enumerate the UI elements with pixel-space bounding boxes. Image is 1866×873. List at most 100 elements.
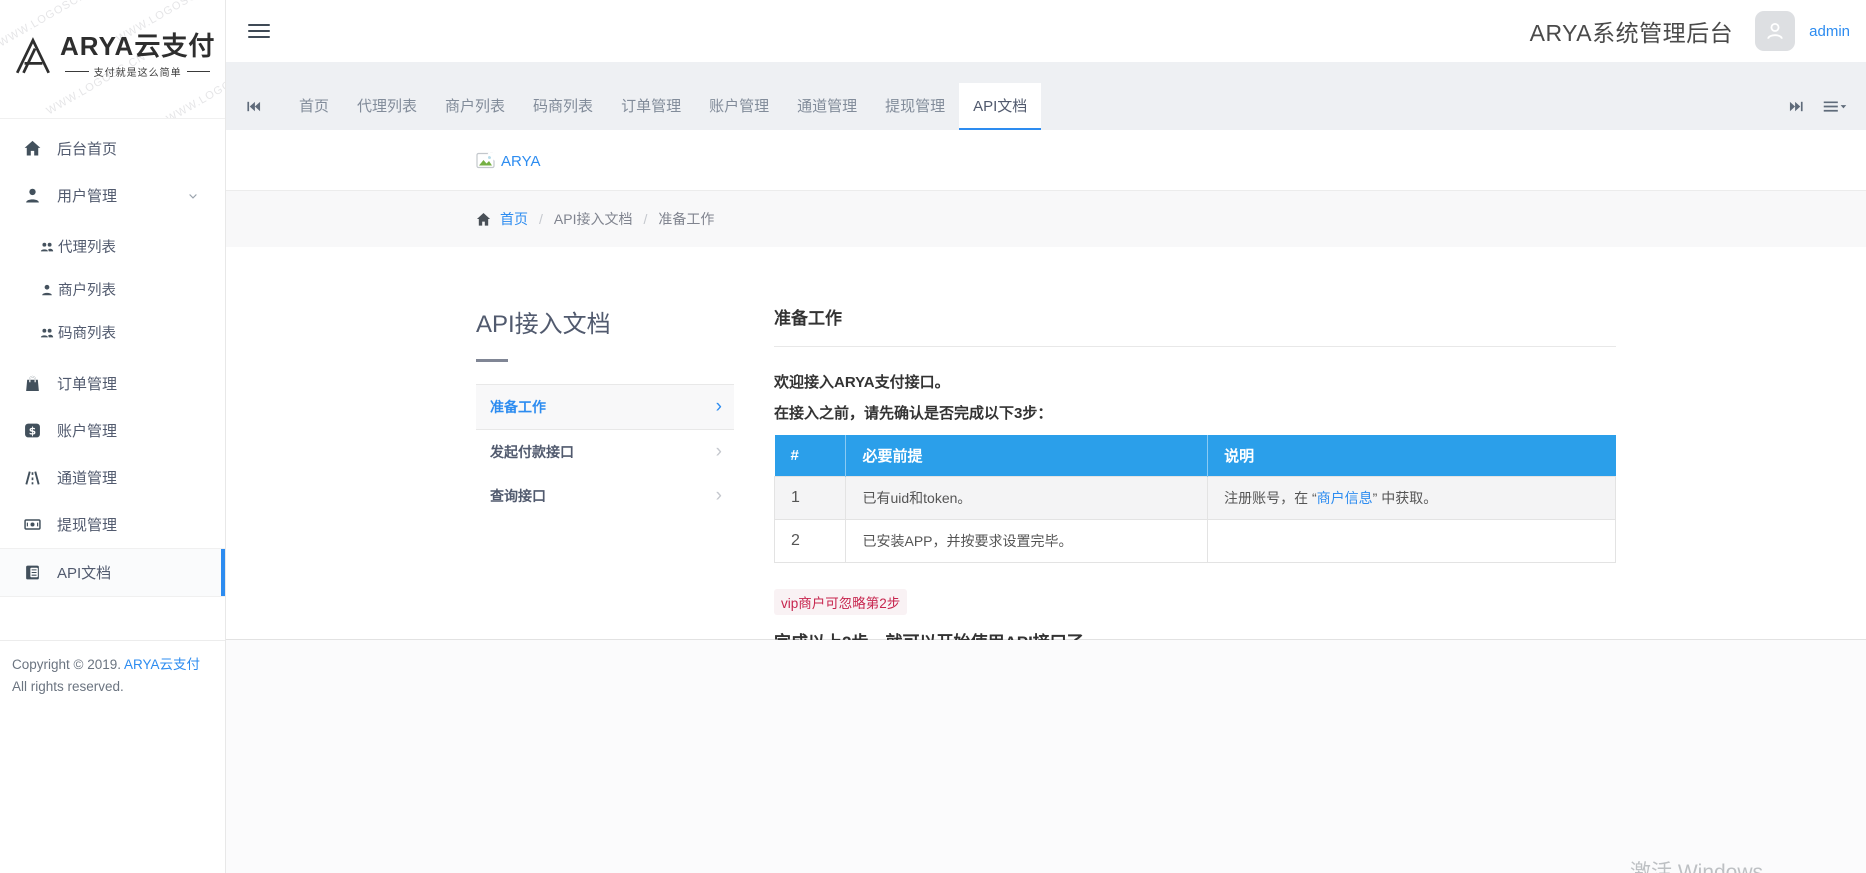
- column-header-prerequisite: 必要前提: [846, 435, 1208, 477]
- sidebar-item-code-merchant-list[interactable]: 码商列表: [0, 311, 225, 354]
- doc-nav-title: API接入文档: [476, 304, 734, 339]
- breadcrumb-home-link[interactable]: 首页: [500, 209, 528, 229]
- sidebar-item-label: 用户管理: [57, 185, 117, 206]
- sidebar-item-label: API文档: [57, 562, 111, 583]
- sidebar-item-api-docs[interactable]: API文档: [0, 548, 225, 597]
- tab-list: 首页 代理列表 商户列表 码商列表 订单管理 账户管理 通道管理 提现管理 AP…: [285, 83, 1777, 130]
- merchant-info-link[interactable]: 商户信息: [1317, 490, 1373, 506]
- breadcrumb-band: 首页 / API接入文档 / 准备工作: [226, 190, 1866, 247]
- table-row: 2 已安装APP，并按要求设置完毕。: [775, 520, 1616, 563]
- sidebar-item-label: 代理列表: [58, 236, 116, 257]
- sidebar-item-agent-list[interactable]: 代理列表: [0, 225, 225, 268]
- brand-link[interactable]: ARYA云支付: [124, 657, 200, 672]
- sidebar-submenu-users: 代理列表 商户列表 码商列表: [0, 225, 225, 354]
- doc-nav-item-preparation[interactable]: 准备工作 ›: [476, 385, 734, 430]
- copyright-footer: Copyright © 2019. ARYA云支付 All rights res…: [0, 640, 225, 873]
- doc-nav-list: 准备工作 › 发起付款接口 › 查询接口 ›: [476, 384, 734, 518]
- sidebar-item-label: 后台首页: [57, 138, 117, 159]
- cell-note: [1208, 520, 1616, 563]
- table-header-row: # 必要前提 说明: [775, 435, 1616, 477]
- welcome-text: 欢迎接入ARYA支付接口。: [774, 371, 1616, 392]
- doc-nav-item-payment-api[interactable]: 发起付款接口 ›: [476, 430, 734, 474]
- image-alt-text: ARYA: [501, 153, 540, 170]
- sidebar-item-accounts[interactable]: $ 账户管理: [0, 407, 225, 454]
- user-icon: [24, 187, 42, 205]
- doc-nav-panel: API接入文档 准备工作 › 发起付款接口 › 查询接口: [476, 304, 734, 653]
- note-text: 注册账号，在 “: [1224, 490, 1317, 506]
- tab-code-merchant-list[interactable]: 码商列表: [519, 83, 607, 130]
- column-header-note: 说明: [1208, 435, 1616, 477]
- table-row: 1 已有uid和token。 注册账号，在 “商户信息” 中获取。: [775, 477, 1616, 520]
- doc-nav-item-label: 发起付款接口: [490, 442, 574, 462]
- sidebar: WWW.LOGOSC.CN WWW.LOGOSC.CN WWW.LOGOSC.C…: [0, 0, 226, 873]
- brand-a-mark-icon: [12, 35, 56, 77]
- sidebar-item-withdrawals[interactable]: 提现管理: [0, 501, 225, 548]
- road-icon: [24, 469, 42, 487]
- sidebar-item-merchant-list[interactable]: 商户列表: [0, 268, 225, 311]
- doc-nav-item-label: 查询接口: [490, 486, 546, 506]
- people-icon: [40, 326, 54, 340]
- sidebar-nav: 后台首页 用户管理 代理列表: [0, 119, 225, 597]
- main-area: ARYA系统管理后台 admin 首页 代理列表 商户列表 码商列表 订单管理 …: [226, 0, 1866, 873]
- tab-api-docs[interactable]: API文档: [959, 83, 1041, 130]
- tab-agent-list[interactable]: 代理列表: [343, 83, 431, 130]
- avatar[interactable]: [1755, 11, 1795, 51]
- sidebar-item-channels[interactable]: 通道管理: [0, 454, 225, 501]
- cell-note: 注册账号，在 “商户信息” 中获取。: [1208, 477, 1616, 520]
- tab-orders[interactable]: 订单管理: [607, 83, 695, 130]
- cell-step-number: 2: [775, 520, 846, 563]
- document-icon: [24, 564, 42, 582]
- person-icon: [40, 283, 54, 297]
- user-menu-link[interactable]: admin: [1809, 23, 1850, 40]
- svg-text:$: $: [29, 424, 36, 437]
- instruction-text: 在接入之前，请先确认是否完成以下3步：: [774, 402, 1616, 423]
- column-header-number: #: [775, 435, 846, 477]
- people-icon: [40, 240, 54, 254]
- home-icon: [24, 140, 42, 158]
- divider: [774, 346, 1616, 347]
- tab-home[interactable]: 首页: [285, 83, 343, 130]
- sidebar-item-label: 账户管理: [57, 420, 117, 441]
- sidebar-item-label: 提现管理: [57, 514, 117, 535]
- breadcrumb-separator: /: [539, 211, 543, 227]
- broken-image-icon: [476, 152, 498, 171]
- sidebar-item-label: 码商列表: [58, 322, 116, 343]
- cell-step-number: 1: [775, 477, 846, 520]
- tab-merchant-list[interactable]: 商户列表: [431, 83, 519, 130]
- title-underline: [476, 359, 508, 362]
- copyright-text: Copyright © 2019.: [12, 657, 124, 672]
- breadcrumb-level1: API接入文档: [554, 209, 633, 229]
- sidebar-item-orders[interactable]: 订单管理: [0, 360, 225, 407]
- activate-windows-watermark: 激活 Windows: [1630, 856, 1763, 873]
- sidebar-item-label: 通道管理: [57, 467, 117, 488]
- copyright-text: All rights reserved.: [12, 679, 124, 694]
- scroll-tabs-start-icon[interactable]: [226, 83, 285, 130]
- top-header: ARYA系统管理后台 admin: [226, 0, 1866, 62]
- sidebar-toggle-icon[interactable]: [246, 16, 272, 46]
- home-icon: [476, 212, 491, 227]
- tab-channels[interactable]: 通道管理: [783, 83, 871, 130]
- content-card: ARYA 首页 / API接入文档 / 准备工作 API接入文档: [226, 130, 1866, 640]
- banknote-icon: [24, 516, 42, 534]
- tab-options-menu-icon[interactable]: [1816, 83, 1866, 130]
- page-background: 激活 Windows: [226, 640, 1866, 873]
- note-text: ” 中获取。: [1373, 490, 1438, 506]
- shopping-bag-icon: [24, 375, 42, 393]
- tab-accounts[interactable]: 账户管理: [695, 83, 783, 130]
- article-title: 准备工作: [774, 304, 1616, 329]
- doc-nav-item-label: 准备工作: [490, 397, 546, 417]
- breadcrumb: 首页 / API接入文档 / 准备工作: [476, 209, 1616, 229]
- breadcrumb-separator: /: [643, 211, 647, 227]
- chevron-right-icon: ›: [716, 441, 722, 463]
- sidebar-item-dashboard[interactable]: 后台首页: [0, 125, 225, 172]
- brand-name: ARYA云支付: [60, 32, 215, 60]
- cell-prerequisite: 已安装APP，并按要求设置完毕。: [846, 520, 1208, 563]
- tab-withdrawals[interactable]: 提现管理: [871, 83, 959, 130]
- chevron-right-icon: ›: [716, 485, 722, 507]
- sidebar-item-users[interactable]: 用户管理: [0, 172, 225, 219]
- chevron-down-icon: [187, 190, 199, 202]
- doc-nav-item-query-api[interactable]: 查询接口 ›: [476, 474, 734, 518]
- sidebar-item-label: 商户列表: [58, 279, 116, 300]
- brand-logo: WWW.LOGOSC.CN WWW.LOGOSC.CN WWW.LOGOSC.C…: [0, 0, 225, 119]
- scroll-tabs-end-icon[interactable]: [1777, 83, 1816, 130]
